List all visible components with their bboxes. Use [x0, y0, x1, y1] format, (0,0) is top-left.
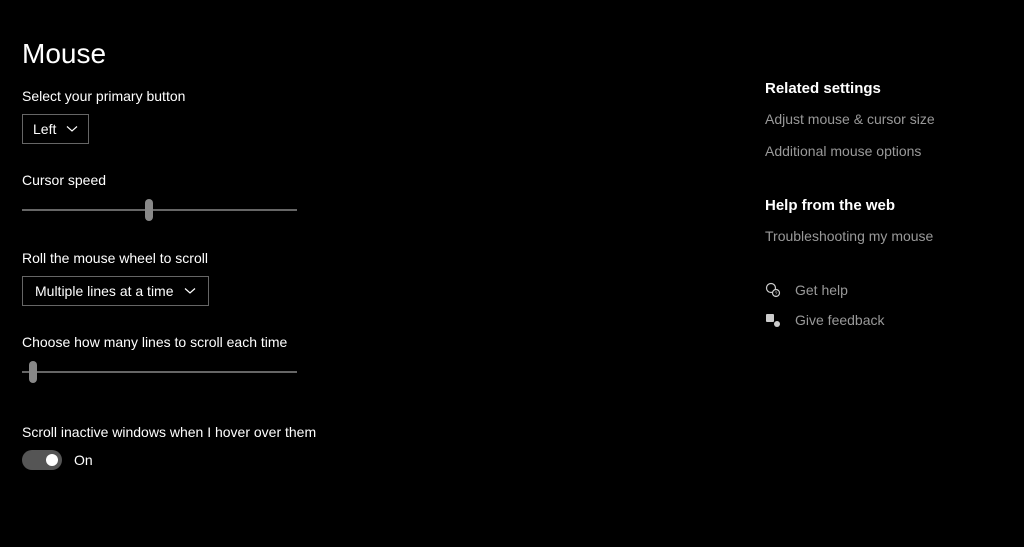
help-web-heading: Help from the web: [765, 197, 1005, 214]
help-web-section: Help from the web Troubleshooting my mou…: [765, 197, 1005, 244]
scroll-mode-value: Multiple lines at a time: [35, 283, 174, 299]
inactive-scroll-state: On: [74, 452, 93, 468]
inactive-scroll-label: Scroll inactive windows when I hover ove…: [22, 424, 422, 440]
actions-section: ? Get help Give feedback: [765, 282, 1005, 328]
inactive-scroll-toggle-row: On: [22, 450, 422, 470]
scroll-lines-label: Choose how many lines to scroll each tim…: [22, 334, 422, 350]
chevron-down-icon: [184, 287, 196, 295]
slider-track: [22, 209, 297, 211]
inactive-scroll-toggle[interactable]: [22, 450, 62, 470]
cursor-speed-label: Cursor speed: [22, 172, 422, 188]
scroll-mode-dropdown[interactable]: Multiple lines at a time: [22, 276, 209, 306]
feedback-icon: [765, 312, 781, 328]
primary-button-group: Select your primary button Left: [22, 88, 422, 144]
slider-track: [22, 371, 297, 373]
chevron-down-icon: [66, 125, 78, 133]
give-feedback-action[interactable]: Give feedback: [765, 312, 1005, 328]
link-additional-options[interactable]: Additional mouse options: [765, 143, 1005, 159]
get-help-action[interactable]: ? Get help: [765, 282, 1005, 298]
scroll-mode-label: Roll the mouse wheel to scroll: [22, 250, 422, 266]
link-troubleshoot[interactable]: Troubleshooting my mouse: [765, 228, 1005, 244]
main-settings: Select your primary button Left Cursor s…: [22, 88, 422, 498]
svg-text:?: ?: [775, 292, 778, 298]
link-cursor-size[interactable]: Adjust mouse & cursor size: [765, 111, 1005, 127]
related-settings-heading: Related settings: [765, 80, 1005, 97]
give-feedback-label: Give feedback: [795, 312, 885, 328]
primary-button-value: Left: [33, 121, 56, 137]
scroll-lines-slider[interactable]: [22, 360, 297, 384]
primary-button-label: Select your primary button: [22, 88, 422, 104]
help-icon: ?: [765, 282, 781, 298]
scroll-mode-group: Roll the mouse wheel to scroll Multiple …: [22, 250, 422, 306]
toggle-knob: [46, 454, 58, 466]
inactive-scroll-group: Scroll inactive windows when I hover ove…: [22, 424, 422, 470]
scroll-lines-group: Choose how many lines to scroll each tim…: [22, 334, 422, 384]
slider-thumb: [29, 361, 37, 383]
sidebar: Related settings Adjust mouse & cursor s…: [765, 80, 1005, 366]
cursor-speed-group: Cursor speed: [22, 172, 422, 222]
primary-button-dropdown[interactable]: Left: [22, 114, 89, 144]
related-settings-section: Related settings Adjust mouse & cursor s…: [765, 80, 1005, 159]
slider-thumb: [145, 199, 153, 221]
page-title: Mouse: [22, 38, 106, 70]
cursor-speed-slider[interactable]: [22, 198, 297, 222]
get-help-label: Get help: [795, 282, 848, 298]
